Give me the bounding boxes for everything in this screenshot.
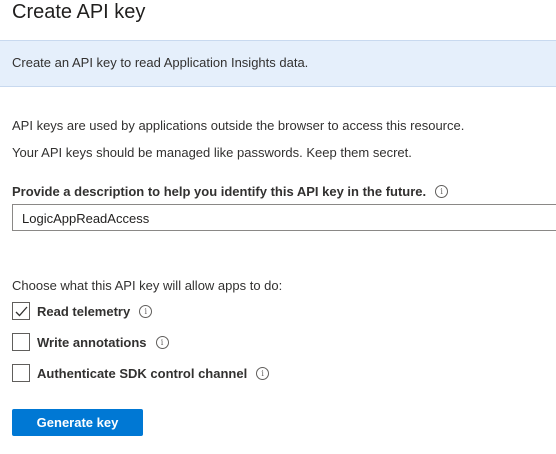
page-title: Create API key [12, 1, 146, 23]
info-icon[interactable]: i [256, 366, 270, 380]
intro-line-2: Your API keys should be managed like pas… [12, 145, 412, 160]
write-annotations-label: Write annotations [37, 334, 147, 350]
permission-authenticate-sdk[interactable]: Authenticate SDK control channel i [12, 364, 270, 382]
generate-key-button[interactable]: Generate key [12, 409, 143, 436]
write-annotations-checkbox[interactable] [12, 333, 30, 351]
description-label-row: Provide a description to help you identi… [12, 184, 449, 199]
permission-read-telemetry[interactable]: Read telemetry i [12, 302, 153, 320]
banner-text: Create an API key to read Application In… [12, 55, 309, 70]
description-input[interactable]: LogicAppReadAccess [12, 204, 556, 231]
description-input-value: LogicAppReadAccess [22, 211, 150, 226]
info-banner: Create an API key to read Application In… [0, 40, 556, 87]
info-icon[interactable]: i [435, 185, 449, 198]
authenticate-sdk-checkbox[interactable] [12, 364, 30, 382]
checkmark-icon [15, 306, 28, 317]
description-label: Provide a description to help you identi… [12, 184, 427, 199]
permission-write-annotations[interactable]: Write annotations i [12, 333, 169, 351]
info-icon[interactable]: i [139, 304, 153, 318]
info-icon[interactable]: i [155, 335, 169, 349]
read-telemetry-checkbox[interactable] [12, 302, 30, 320]
permissions-label: Choose what this API key will allow apps… [12, 278, 283, 293]
authenticate-sdk-label: Authenticate SDK control channel [37, 365, 248, 381]
read-telemetry-label: Read telemetry [37, 303, 131, 319]
intro-line-1: API keys are used by applications outsid… [12, 118, 465, 133]
